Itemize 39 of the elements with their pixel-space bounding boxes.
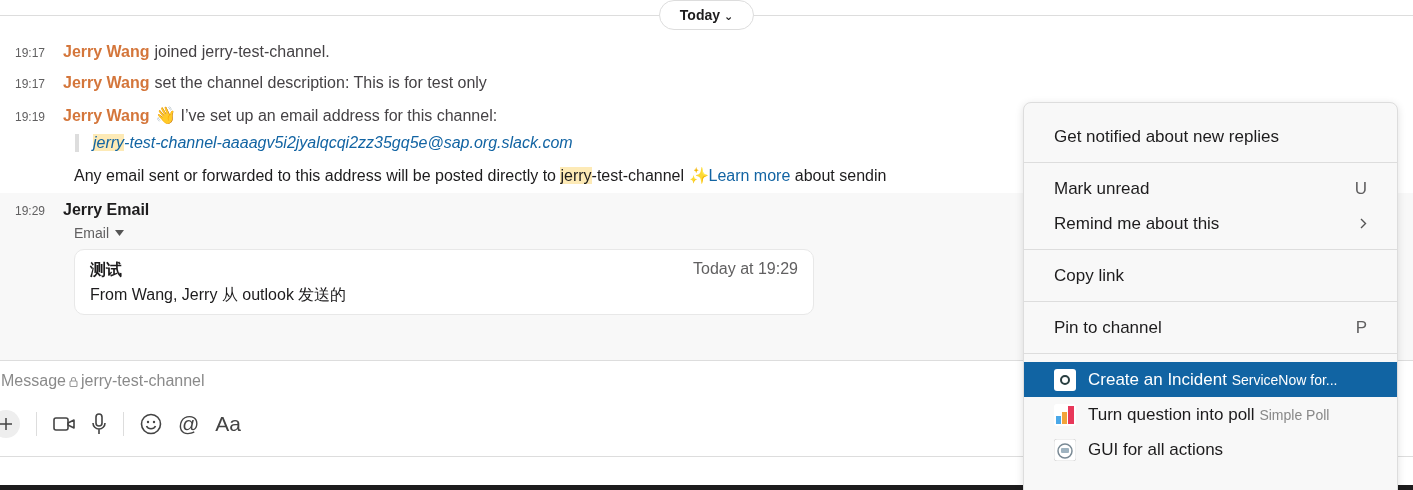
message-text: Any email sent or forwarded to this address will be posted directly to jerry-test-channel ✨Learn more about sendin [74, 167, 887, 184]
menu-item[interactable]: Turn question into poll Simple Poll [1024, 397, 1397, 432]
message-text: I’ve set up an email address for this channel: [180, 107, 498, 125]
app-logo-icon [1054, 368, 1076, 391]
menu-item[interactable]: Get notified about new replies [1024, 119, 1397, 154]
menu-item[interactable]: Create an Incident ServiceNow for... [1024, 362, 1397, 397]
email-address-link[interactable]: jerry-test-channel-aaaagv5i2jyalqcqi2zz35gq5e@sap.org.slack.com [93, 134, 573, 151]
message-text: joined jerry-test-channel. [154, 43, 330, 61]
search-highlight: jerry [560, 167, 592, 184]
author-name[interactable]: Jerry Email [63, 201, 150, 219]
menu-item[interactable]: Pin to channel P [1024, 310, 1397, 345]
bar-chart-icon [1054, 403, 1076, 426]
format-button[interactable]: @ [178, 412, 200, 436]
robot-icon [1054, 438, 1076, 461]
timestamp: 19:19 [15, 110, 47, 124]
email-preview: From Wang, Jerry 从 outlook 发送的 [90, 285, 348, 305]
caret-icon [115, 230, 124, 236]
emoji-icon[interactable] [140, 413, 162, 435]
timestamp: 19:17 [15, 46, 47, 60]
email-date: Today at 19:29 [693, 260, 798, 279]
menu-item[interactable]: Mark unread U [1024, 171, 1397, 206]
message-field[interactable]: Message jerry-test-channel [0, 361, 205, 401]
menu-item[interactable]: Remind me about this [1024, 206, 1397, 241]
menu-item[interactable]: Copy link [1024, 258, 1397, 293]
learn-more-link[interactable]: Learn more [708, 167, 791, 184]
video-icon[interactable] [53, 416, 75, 432]
lock-icon [68, 375, 78, 387]
format-button[interactable]: Aa [215, 412, 241, 436]
add-button[interactable] [0, 410, 20, 438]
timestamp: 19:29 [15, 204, 47, 218]
emoji: 👋 [154, 105, 176, 126]
email-dropdown-button[interactable]: Email [72, 223, 126, 243]
message-text: set the channel description: This is for test only [154, 74, 487, 92]
menu-item[interactable]: GUI for all actions [1024, 432, 1397, 467]
timestamp: 19:17 [15, 77, 47, 91]
plus-icon [0, 417, 13, 431]
email-subject: 测试 [90, 260, 122, 280]
date-divider-button[interactable]: Today ⌄ [658, 0, 755, 30]
microphone-icon[interactable] [91, 413, 107, 435]
